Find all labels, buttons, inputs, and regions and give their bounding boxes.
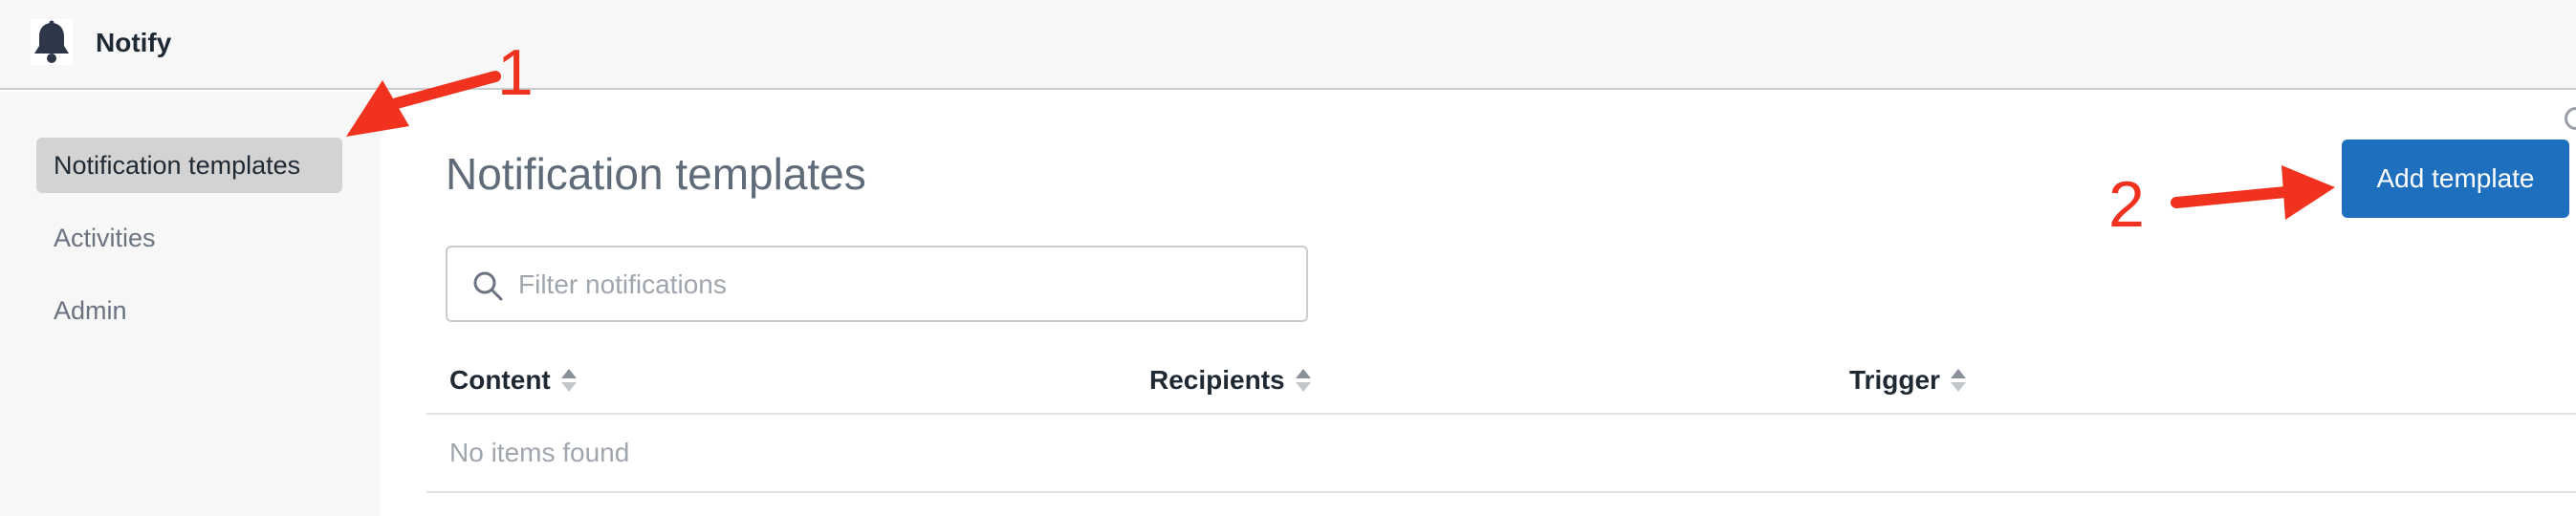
sidebar-item-activities[interactable]: Activities bbox=[36, 210, 173, 266]
partial-circle-icon bbox=[2565, 107, 2576, 130]
column-header-recipients[interactable]: Recipients bbox=[1149, 357, 1312, 403]
search-input[interactable] bbox=[516, 257, 1281, 312]
empty-state-text: No items found bbox=[449, 438, 630, 467]
page-title: Notification templates bbox=[446, 149, 866, 199]
sidebar: Notification templates Activities Admin bbox=[0, 92, 381, 516]
table-header: Content Recipients Trigger bbox=[426, 346, 2576, 415]
column-header-trigger[interactable]: Trigger bbox=[1849, 357, 1967, 403]
app-title[interactable]: Notify bbox=[96, 27, 171, 59]
column-header-content[interactable]: Content bbox=[449, 357, 578, 403]
sort-icon[interactable] bbox=[1295, 367, 1312, 394]
add-template-button[interactable]: Add template bbox=[2342, 140, 2569, 218]
column-header-label: Content bbox=[449, 365, 551, 395]
search-field[interactable] bbox=[446, 246, 1308, 322]
sort-icon[interactable] bbox=[1950, 367, 1967, 394]
bell-icon[interactable] bbox=[25, 15, 78, 69]
column-header-label: Trigger bbox=[1849, 365, 1940, 395]
annotation-arrow-2 bbox=[2171, 165, 2335, 220]
column-header-label: Recipients bbox=[1149, 365, 1285, 395]
table-empty-row: No items found bbox=[426, 415, 2576, 493]
sort-icon[interactable] bbox=[560, 367, 578, 394]
annotation-label-2: 2 bbox=[2108, 168, 2145, 241]
search-icon bbox=[470, 269, 505, 303]
sidebar-item-notification-templates[interactable]: Notification templates bbox=[36, 138, 342, 193]
top-bar: Notify bbox=[0, 0, 2576, 90]
annotation-label-1: 1 bbox=[497, 36, 534, 109]
sidebar-item-admin[interactable]: Admin bbox=[36, 283, 144, 338]
